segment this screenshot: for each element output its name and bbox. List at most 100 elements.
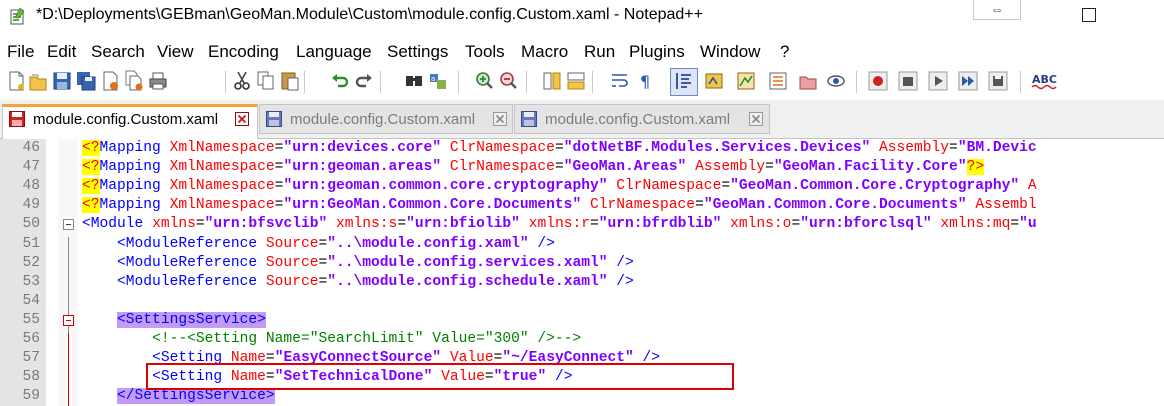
code-token: Assembl xyxy=(975,197,1037,214)
print-icon[interactable] xyxy=(148,70,168,92)
code-line[interactable]: 53 <ModuleReference Source="..\module.co… xyxy=(0,273,1164,292)
zoom-in-icon[interactable] xyxy=(474,70,494,92)
code-token: <? xyxy=(82,197,100,214)
redo-icon[interactable] xyxy=(354,70,374,92)
code-line[interactable]: 56 <!--<Setting Name="SearchLimit" Value… xyxy=(0,330,1164,349)
code-line[interactable]: 49 <?Mapping XmlNamespace = "urn:GeoMan.Com… xyxy=(0,196,1164,215)
close-all-icon[interactable] xyxy=(124,70,144,92)
code-line[interactable]: 52 <ModuleReference Source="..\module.co… xyxy=(0,254,1164,273)
sync-horizontal-icon[interactable] xyxy=(566,70,586,92)
code-text[interactable]: <ModuleReference Source="..\module.confi… xyxy=(82,273,634,292)
disk-icon xyxy=(521,111,537,127)
record-macro-icon[interactable] xyxy=(868,70,888,92)
tab-module-config-custom-2[interactable]: module.config.Custom.xaml xyxy=(259,104,513,134)
save-macro-icon[interactable] xyxy=(988,70,1008,92)
play-macro-icon[interactable] xyxy=(928,70,948,92)
restore-button[interactable]: ⇔ xyxy=(973,0,1021,20)
cut-icon[interactable] xyxy=(232,70,252,92)
code-text[interactable]: <?Mapping XmlNamespace = "urn:geoman.areas… xyxy=(82,158,985,177)
menu-encoding[interactable]: Encoding xyxy=(208,42,279,62)
code-line[interactable]: 48 <?Mapping XmlNamespace = "urn:geoman.com… xyxy=(0,177,1164,196)
code-text[interactable]: <?Mapping XmlNamespace = "urn:geoman.commo… xyxy=(82,177,1037,196)
menu-run[interactable]: Run xyxy=(584,42,615,62)
monitoring-icon[interactable] xyxy=(826,70,846,92)
menu-plugins[interactable]: Plugins xyxy=(629,42,685,62)
code-token: <ModuleReference xyxy=(117,273,266,290)
udl-icon[interactable] xyxy=(704,70,724,92)
close-tab-icon[interactable] xyxy=(235,112,249,126)
sync-vertical-icon[interactable] xyxy=(542,70,562,92)
restore-icon: ⇔ xyxy=(990,1,1004,17)
find-icon[interactable] xyxy=(404,70,424,92)
close-tab-icon[interactable] xyxy=(493,112,507,126)
replace-icon[interactable]: a xyxy=(428,70,448,92)
code-token: = xyxy=(318,273,328,290)
code-line[interactable]: 46 <?Mapping XmlNamespace = "urn:devices.co… xyxy=(0,139,1164,158)
doc-list-icon[interactable] xyxy=(768,70,788,92)
fold-settings-service-icon[interactable] xyxy=(63,315,74,326)
menu-file[interactable]: File xyxy=(7,42,34,62)
code-line[interactable]: 55 <SettingsService> xyxy=(0,311,1164,330)
fold-module-icon[interactable] xyxy=(63,219,74,230)
code-token: Assembly xyxy=(695,159,766,176)
code-token: ClrNamespace xyxy=(449,140,555,156)
code-token: <Module xyxy=(82,216,153,233)
code-text[interactable]: </SettingsService> xyxy=(82,387,275,406)
menu-language[interactable]: Language xyxy=(296,42,372,62)
code-token: "..\module.config.services.xaml" xyxy=(327,254,617,271)
close-file-icon[interactable] xyxy=(100,70,120,92)
save-all-icon[interactable] xyxy=(76,70,96,92)
code-line[interactable]: 50 <Module xmlns="urn:bfsvclib" xmlns:s="… xyxy=(0,215,1164,234)
menu-settings[interactable]: Settings xyxy=(387,42,448,62)
code-text[interactable]: <Module xmlns="urn:bfsvclib" xmlns:s="ur… xyxy=(82,215,1037,234)
code-token: XmlNamespace xyxy=(169,140,275,156)
doc-map-icon[interactable] xyxy=(736,70,756,92)
code-line[interactable]: 51 <ModuleReference Source="..\module.co… xyxy=(0,235,1164,254)
line-number: 55 xyxy=(22,311,40,328)
maximize-button[interactable] xyxy=(1082,8,1096,22)
menu-tools[interactable]: Tools xyxy=(465,42,505,62)
title-bar: *D:\Deployments\GEBman\GeoMan.Module\Cus… xyxy=(0,0,1164,32)
code-token: = xyxy=(554,140,564,156)
show-all-chars-icon[interactable]: ¶ xyxy=(636,70,656,92)
tab-module-config-custom-3[interactable]: module.config.Custom.xaml xyxy=(514,104,770,134)
code-token: Assembly xyxy=(878,140,950,156)
paste-icon[interactable] xyxy=(280,70,300,92)
save-icon[interactable] xyxy=(52,70,72,92)
close-tab-icon[interactable] xyxy=(749,112,763,126)
code-token: xmlns xyxy=(152,216,196,233)
code-text[interactable]: <?Mapping XmlNamespace = "urn:devices.core… xyxy=(82,139,1037,158)
code-text[interactable]: <ModuleReference Source="..\module.confi… xyxy=(82,254,634,273)
zoom-out-icon[interactable] xyxy=(498,70,518,92)
word-wrap-icon[interactable] xyxy=(610,70,630,92)
code-text[interactable]: <SettingsService> xyxy=(82,311,266,330)
menu-macro[interactable]: Macro xyxy=(521,42,568,62)
open-file-icon[interactable] xyxy=(28,70,48,92)
editor-pane[interactable]: 46 <?Mapping XmlNamespace="urn:devices.co… xyxy=(0,139,1164,406)
code-text[interactable]: <ModuleReference Source="..\module.confi… xyxy=(82,235,555,254)
menu-help[interactable]: ? xyxy=(780,42,789,62)
code-token: "urn:bfsvclib" xyxy=(204,216,336,233)
code-text[interactable]: <?Mapping XmlNamespace = "urn:GeoMan.Commo… xyxy=(82,196,1037,215)
tab-module-config-custom-active[interactable]: module.config.Custom.xaml xyxy=(2,104,258,139)
menu-edit[interactable]: Edit xyxy=(47,42,76,62)
copy-icon[interactable] xyxy=(256,70,276,92)
menu-search[interactable]: Search xyxy=(91,42,145,62)
stop-macro-icon[interactable] xyxy=(898,70,918,92)
code-line[interactable]: 59 </SettingsService> xyxy=(0,387,1164,406)
run-macro-multiple-icon[interactable] xyxy=(958,70,978,92)
indent-guide-icon[interactable] xyxy=(674,70,694,92)
folder-workspace-icon[interactable] xyxy=(798,70,818,92)
menu-window[interactable]: Window xyxy=(700,42,760,62)
line-number: 58 xyxy=(22,369,40,386)
code-line[interactable]: 47 <?Mapping XmlNamespace = "urn:geoman.are… xyxy=(0,158,1164,177)
menu-view[interactable]: View xyxy=(157,42,194,62)
code-token: "urn:devices.core" xyxy=(283,140,450,156)
code-line[interactable]: 54 xyxy=(0,292,1164,311)
new-file-icon[interactable] xyxy=(6,70,26,92)
spell-check-icon[interactable]: ABC xyxy=(1030,70,1058,92)
line-number: 49 xyxy=(22,197,40,214)
undo-icon[interactable] xyxy=(330,70,350,92)
code-text[interactable]: <!--<Setting Name="SearchLimit" Value="3… xyxy=(82,330,581,349)
